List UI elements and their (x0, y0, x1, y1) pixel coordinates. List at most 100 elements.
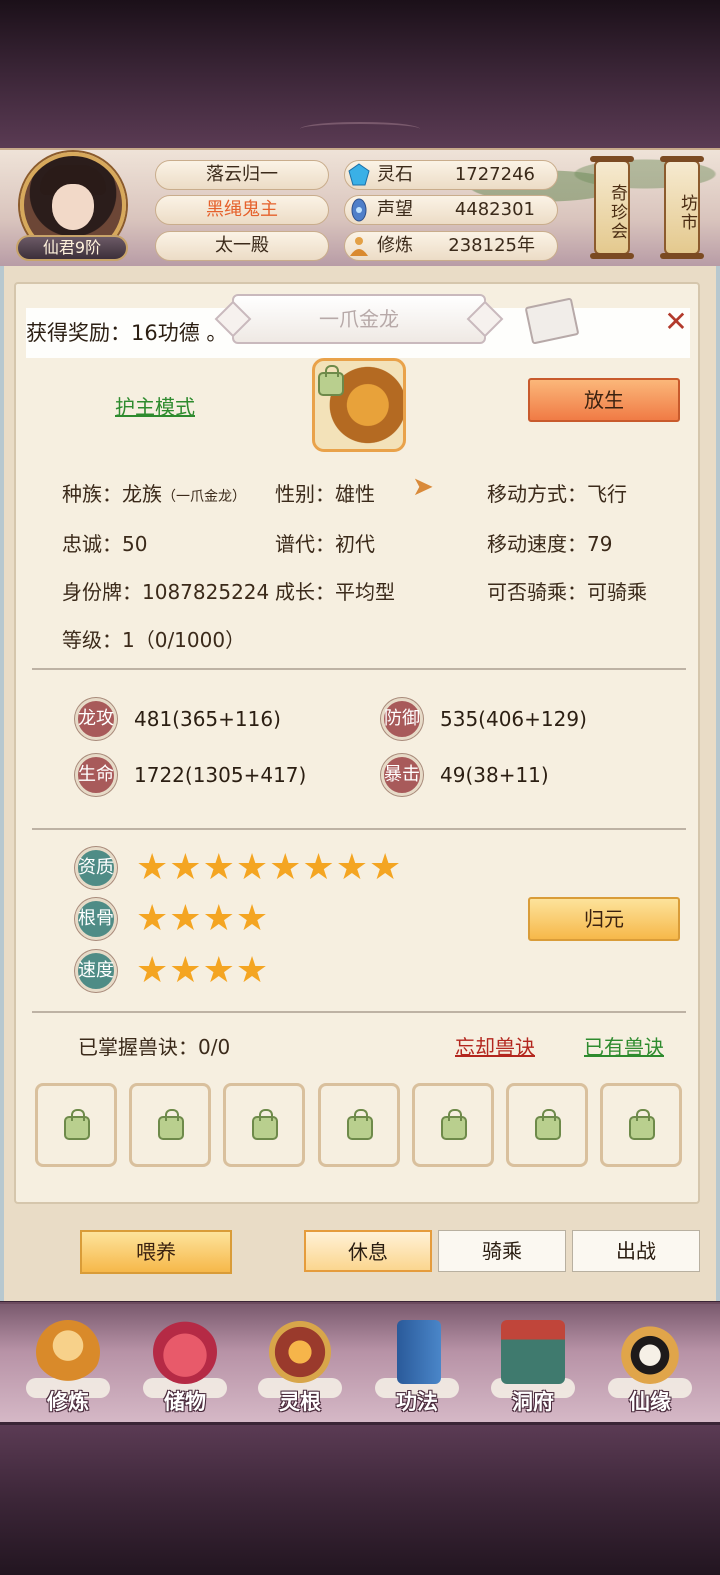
top-ornament (300, 122, 420, 136)
reset-button[interactable]: 归元 (528, 897, 680, 941)
cultivate-icon (36, 1320, 100, 1384)
star-icon: ★ (169, 847, 203, 888)
bottom-background (0, 1425, 720, 1575)
lock-icon (535, 1109, 561, 1140)
lock-icon (347, 1109, 373, 1140)
bag-icon (153, 1320, 217, 1384)
resource-spirit-stone: 灵石 1727246 (344, 160, 558, 190)
resource-value: 238125年 (448, 235, 535, 256)
nav-spirit-root[interactable]: 灵根 (250, 1312, 350, 1420)
attack-value: 481(365+116) (134, 707, 281, 731)
bone-stars: ★★★★ (136, 901, 269, 937)
lock-icon (64, 1109, 90, 1140)
cultivation-icon (350, 237, 368, 256)
skill-slot[interactable] (412, 1083, 494, 1167)
player-title: 黑绳鬼主 (155, 195, 329, 225)
arrow-right-icon[interactable]: ➤ (412, 474, 442, 500)
skill-slot[interactable] (600, 1083, 682, 1167)
feed-button[interactable]: 喂养 (80, 1230, 232, 1274)
star-icon: ★ (136, 950, 170, 991)
nav-cultivate[interactable]: 修炼 (18, 1312, 118, 1420)
skill-slot[interactable] (129, 1083, 211, 1167)
fate-icon (618, 1320, 682, 1384)
aptitude-stars: ★★★★★★★★ (136, 850, 402, 886)
move-speed-info: 移动速度：79 (487, 532, 613, 556)
divider (32, 668, 686, 670)
lock-icon (158, 1109, 184, 1140)
star-icon: ★ (302, 847, 336, 888)
health-value: 1722(1305+417) (134, 763, 307, 787)
skill-slot[interactable] (223, 1083, 305, 1167)
speed-icon: 速度 (75, 950, 117, 992)
skill-slot[interactable] (506, 1083, 588, 1167)
lock-icon (629, 1109, 655, 1140)
book-icon (397, 1320, 441, 1384)
speed-stars: ★★★★ (136, 953, 269, 989)
crit-value: 49(38+11) (440, 763, 549, 787)
nav-technique[interactable]: 功法 (367, 1312, 467, 1420)
mode-rest-tab[interactable]: 休息 (304, 1230, 432, 1272)
player-name: 落云归一 (155, 160, 329, 190)
prestige-icon (351, 198, 367, 222)
star-icon: ★ (235, 898, 270, 939)
mode-ride-tab[interactable]: 骑乘 (438, 1230, 566, 1272)
star-icon: ★ (169, 898, 203, 939)
loyalty-info: 忠诚：50 (62, 532, 148, 556)
player-sect: 太一殿 (155, 231, 329, 261)
release-button[interactable]: 放生 (528, 378, 680, 422)
resource-label: 声望 (377, 199, 413, 220)
star-icon: ★ (235, 847, 270, 888)
health-icon: 生命 (75, 754, 117, 796)
level-info: 等级：1（0/1000） (62, 628, 246, 652)
spirit-root-icon (268, 1320, 332, 1384)
generation-info: 谱代：初代 (275, 532, 375, 556)
nav-label: 功法 (396, 1390, 438, 1414)
defense-value: 535(406+129) (440, 707, 587, 731)
star-icon: ★ (235, 950, 270, 991)
resource-label: 修炼 (377, 235, 413, 256)
star-icon: ★ (269, 847, 303, 888)
resource-prestige: 声望 4482301 (344, 195, 558, 225)
rideable-info: 可否骑乘：可骑乘 (487, 580, 647, 604)
attack-icon: 龙攻 (75, 698, 117, 740)
skill-slot[interactable] (35, 1083, 117, 1167)
star-icon: ★ (368, 847, 403, 888)
race-sub: （一爪金龙） (162, 489, 246, 505)
nav-label: 灵根 (279, 1390, 321, 1414)
star-icon: ★ (136, 898, 170, 939)
nav-storage[interactable]: 储物 (135, 1312, 235, 1420)
resource-value: 1727246 (454, 164, 535, 185)
star-icon: ★ (136, 847, 170, 888)
race-label: 种族： (62, 482, 122, 506)
cave-icon (501, 1320, 565, 1384)
resource-cultivation: 修炼 238125年 (344, 231, 558, 261)
nav-label: 仙缘 (629, 1390, 671, 1414)
owned-skills-link[interactable]: 已有兽诀 (584, 1031, 664, 1060)
lock-icon (441, 1109, 467, 1140)
guard-mode-link[interactable]: 护主模式 (115, 391, 195, 420)
spirit-stone-icon (348, 163, 370, 186)
nav-label: 储物 (164, 1390, 206, 1414)
nav-label: 洞府 (512, 1390, 554, 1414)
id-card-info: 身份牌：1087825224 (62, 580, 270, 604)
avatar-face (52, 184, 94, 230)
forget-skill-link[interactable]: 忘却兽诀 (455, 1031, 535, 1060)
growth-info: 成长：平均型 (275, 580, 395, 604)
close-icon[interactable]: ✕ (662, 308, 690, 336)
resource-value: 4482301 (454, 199, 535, 220)
star-icon: ★ (169, 950, 203, 991)
star-icon: ★ (202, 898, 236, 939)
crit-icon: 暴击 (381, 754, 423, 796)
mode-battle-tab[interactable]: 出战 (572, 1230, 700, 1272)
resource-label: 灵石 (377, 164, 413, 185)
skills-mastered: 已掌握兽诀：0/0 (78, 1035, 231, 1059)
nav-cave[interactable]: 洞府 (483, 1312, 583, 1420)
divider (32, 1011, 686, 1013)
treasure-auction-button[interactable]: 奇珍会 (590, 156, 634, 259)
nav-label: 修炼 (47, 1390, 89, 1414)
nav-fate[interactable]: 仙缘 (600, 1312, 700, 1420)
skill-slot[interactable] (318, 1083, 400, 1167)
star-icon: ★ (202, 847, 236, 888)
market-button[interactable]: 坊市 (660, 156, 704, 259)
lock-icon (252, 1109, 278, 1140)
